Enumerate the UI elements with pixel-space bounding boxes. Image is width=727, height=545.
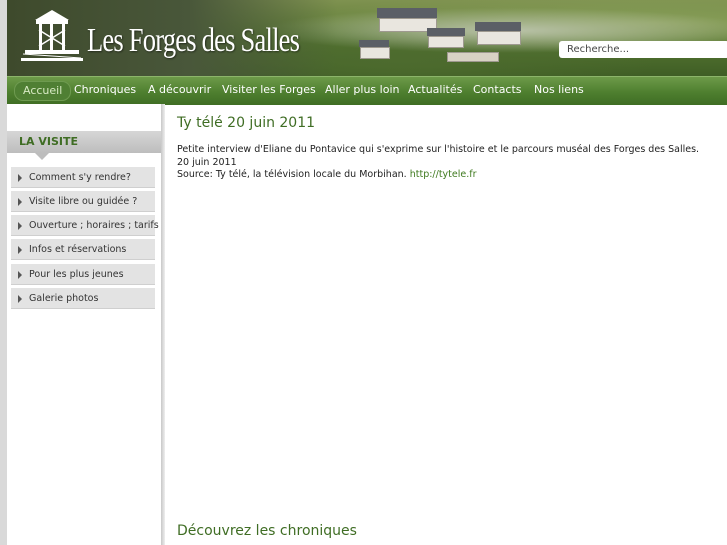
main-nav: Accueil Chroniques A découvrir Visiter l… <box>7 76 727 105</box>
banner-building <box>360 47 390 59</box>
sidebar-item-label: Pour les plus jeunes <box>29 269 124 280</box>
column-divider <box>161 104 165 545</box>
article-body: Petite interview d'Eliane du Pontavice q… <box>177 144 722 182</box>
triangle-right-icon <box>18 271 22 279</box>
sidebar-item-label: Infos et réservations <box>29 244 127 255</box>
article-date: 20 juin 2011 <box>177 156 237 168</box>
article-line: Petite interview d'Eliane du Pontavice q… <box>177 144 700 155</box>
sidebar-item-galerie-photos[interactable]: Galerie photos <box>11 288 155 309</box>
sidebar-item-visite-libre[interactable]: Visite libre ou guidée ? <box>11 191 155 212</box>
page: Les Forges des Salles Accueil Chroniques… <box>7 0 727 545</box>
nav-item-aller-plus-loin[interactable]: Aller plus loin <box>325 81 399 99</box>
search-input[interactable] <box>559 41 727 58</box>
banner-building <box>477 31 521 45</box>
triangle-right-icon <box>18 198 22 206</box>
banner-building <box>428 36 464 48</box>
forge-tower-icon <box>21 10 83 61</box>
sidebar-item-label: Visite libre ou guidée ? <box>29 196 138 207</box>
triangle-right-icon <box>18 222 22 230</box>
header-banner: Les Forges des Salles <box>7 0 727 76</box>
section-title: Découvrez les chroniques <box>177 523 357 539</box>
triangle-right-icon <box>18 246 22 254</box>
triangle-right-icon <box>18 174 22 182</box>
sidebar-item-infos-reservations[interactable]: Infos et réservations <box>11 239 155 260</box>
banner-building <box>447 52 499 62</box>
nav-item-nos-liens[interactable]: Nos liens <box>534 81 584 99</box>
nav-item-accueil[interactable]: Accueil <box>14 81 72 101</box>
article-source: Source: Ty télé, la télévision locale du… <box>177 169 722 182</box>
nav-item-a-decouvrir[interactable]: A découvrir <box>148 81 211 99</box>
sidebar-item-ouverture[interactable]: Ouverture ; horaires ; tarifs <box>11 215 159 236</box>
triangle-right-icon <box>18 295 22 303</box>
nav-item-actualites[interactable]: Actualités <box>408 81 462 99</box>
article-title: Ty télé 20 juin 2011 <box>177 115 316 131</box>
sidebar-item-label: Comment s'y rendre? <box>29 172 131 183</box>
banner-roof <box>359 40 389 47</box>
source-text: Source: Ty télé, la télévision locale du… <box>177 169 407 180</box>
banner-roof <box>377 8 437 18</box>
banner-roof <box>475 22 521 31</box>
sidebar-item-comment-sy-rendre[interactable]: Comment s'y rendre? <box>11 167 155 188</box>
banner-roof <box>427 28 465 36</box>
source-link[interactable]: http://tytele.fr <box>410 169 477 180</box>
sidebar: LA VISITE Comment s'y rendre? Visite lib… <box>7 104 161 545</box>
sidebar-item-plus-jeunes[interactable]: Pour les plus jeunes <box>11 264 155 285</box>
sidebar-item-label: Galerie photos <box>29 293 99 304</box>
sidebar-heading: LA VISITE <box>7 131 161 153</box>
main-content: Ty télé 20 juin 2011 Petite interview d'… <box>177 104 722 545</box>
sidebar-heading-notch <box>35 153 49 160</box>
site-logo-text[interactable]: Les Forges des Salles <box>87 22 300 60</box>
nav-item-contacts[interactable]: Contacts <box>473 81 522 99</box>
nav-item-visiter-les-forges[interactable]: Visiter les Forges <box>222 81 316 99</box>
sidebar-item-label: Ouverture ; horaires ; tarifs <box>29 220 159 231</box>
nav-item-chroniques[interactable]: Chroniques <box>74 81 136 99</box>
